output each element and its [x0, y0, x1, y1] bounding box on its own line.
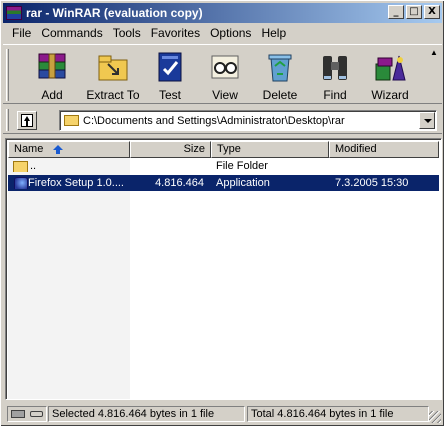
- binoculars-icon: [318, 50, 352, 84]
- up-one-level-button[interactable]: [17, 111, 37, 130]
- column-header-type[interactable]: Type: [211, 141, 329, 158]
- column-header-name[interactable]: Name: [8, 141, 130, 158]
- path-text: C:\Documents and Settings\Administrator\…: [83, 115, 345, 127]
- column-header-name-label: Name: [14, 143, 44, 155]
- window-title: rar - WinRAR (evaluation copy): [26, 6, 203, 20]
- application-icon: [14, 177, 28, 189]
- menu-file[interactable]: File: [7, 26, 36, 40]
- status-bar: Selected 4.816.464 bytes in 1 file Total…: [3, 404, 442, 424]
- column-header-size[interactable]: Size: [130, 141, 211, 158]
- status-total: Total 4.816.464 bytes in 1 file: [247, 406, 429, 422]
- delete-button[interactable]: Delete: [251, 47, 309, 103]
- menu-favorites[interactable]: Favorites: [146, 26, 205, 40]
- status-icons: [7, 406, 47, 422]
- menu-help[interactable]: Help: [256, 26, 291, 40]
- winrar-app-icon[interactable]: [6, 6, 22, 20]
- books-icon: [35, 50, 69, 84]
- item-type: File Folder: [216, 160, 268, 172]
- folder-icon: [13, 161, 28, 172]
- add-label: Add: [41, 88, 63, 102]
- title-bar[interactable]: rar - WinRAR (evaluation copy) _ □ X: [3, 3, 442, 23]
- close-button[interactable]: X: [424, 5, 440, 19]
- wizard-label: Wizard: [371, 88, 409, 102]
- up-arrow-icon: [21, 114, 33, 127]
- path-dropdown-button[interactable]: [419, 112, 435, 129]
- view-button[interactable]: View: [196, 47, 254, 103]
- list-header: Name Size Type Modified: [8, 141, 439, 158]
- name-column-shade: [8, 158, 130, 399]
- address-bar: C:\Documents and Settings\Administrator\…: [3, 106, 442, 134]
- drive-icon[interactable]: [11, 410, 25, 418]
- path-combobox[interactable]: C:\Documents and Settings\Administrator\…: [59, 110, 437, 131]
- toolbar-chevron-up-icon[interactable]: ▲: [428, 48, 440, 58]
- item-name: Firefox Setup 1.0....: [28, 177, 124, 189]
- column-header-modified[interactable]: Modified: [329, 141, 439, 158]
- extract-to-button[interactable]: Extract To: [84, 47, 142, 103]
- recycle-bin-icon: [263, 50, 297, 84]
- extract-folder-icon: [96, 50, 130, 84]
- wizard-icon: [373, 50, 407, 84]
- winrar-window: rar - WinRAR (evaluation copy) _ □ X Fil…: [0, 0, 445, 427]
- glasses-icon: [208, 50, 242, 84]
- resize-grip[interactable]: [429, 411, 441, 423]
- view-label: View: [212, 88, 238, 102]
- list-item-parent[interactable]: .. File Folder: [8, 158, 439, 174]
- delete-label: Delete: [262, 88, 298, 102]
- menu-commands[interactable]: Commands: [36, 26, 107, 40]
- folder-icon: [64, 115, 79, 126]
- menu-tools[interactable]: Tools: [108, 26, 146, 40]
- find-button[interactable]: Find: [306, 47, 364, 103]
- test-button[interactable]: Test: [141, 47, 199, 103]
- item-name: ..: [30, 160, 37, 172]
- file-list[interactable]: Name Size Type Modified .. File Folder F…: [5, 138, 442, 400]
- item-modified: 7.3.2005 15:30: [335, 177, 409, 189]
- sort-ascending-icon: [53, 145, 63, 155]
- menu-options[interactable]: Options: [205, 26, 256, 40]
- toolbar-grip[interactable]: [6, 49, 9, 101]
- item-size: 4.816.464: [155, 177, 204, 189]
- test-book-icon: [153, 50, 187, 84]
- find-label: Find: [323, 88, 347, 102]
- list-item-firefox-setup[interactable]: Firefox Setup 1.0.... 4.816.464 Applicat…: [8, 175, 439, 191]
- maximize-button[interactable]: □: [406, 5, 422, 19]
- key-icon[interactable]: [30, 411, 43, 417]
- minimize-button[interactable]: _: [388, 5, 404, 19]
- extract-to-label: Extract To: [86, 88, 140, 102]
- status-selected: Selected 4.816.464 bytes in 1 file: [48, 406, 245, 422]
- address-grip[interactable]: [6, 109, 9, 131]
- add-button[interactable]: Add: [23, 47, 81, 103]
- toolbar: Add Extract To Test View Delete Find Wiz…: [3, 44, 442, 104]
- wizard-button[interactable]: Wizard: [361, 47, 419, 103]
- menu-bar: File Commands Tools Favorites Options He…: [3, 24, 442, 42]
- test-label: Test: [158, 88, 181, 102]
- item-type: Application: [216, 177, 270, 189]
